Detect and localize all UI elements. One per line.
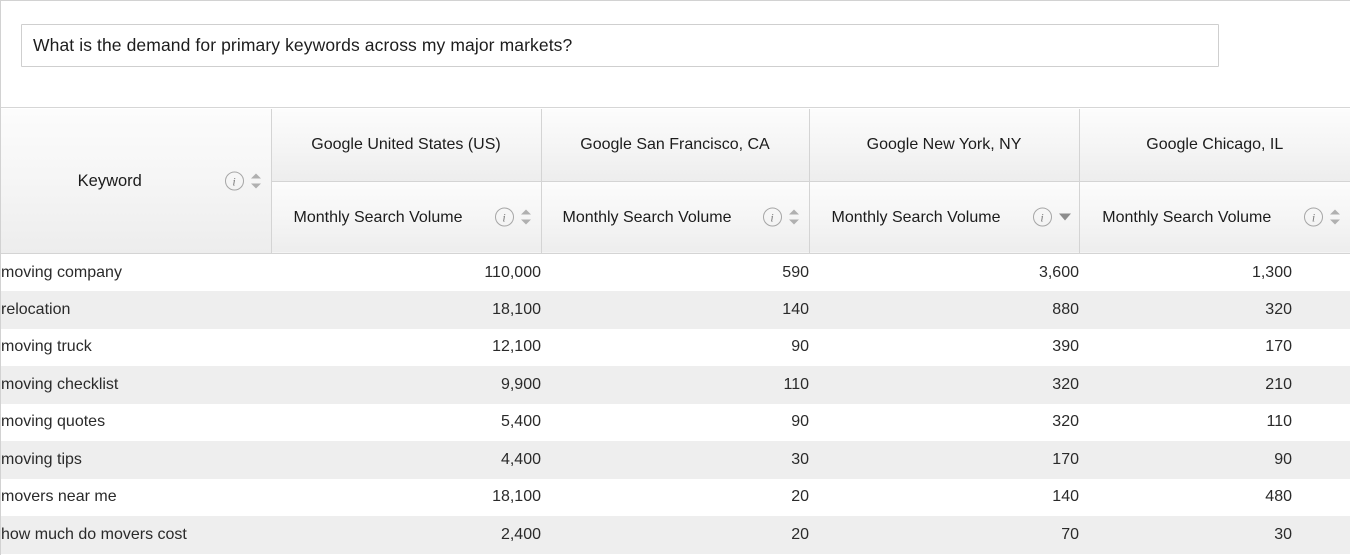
column-header-keyword[interactable]: Keyword i: [1, 109, 272, 254]
cell-san-francisco-volume: 110: [541, 366, 809, 404]
column-group-header-chicago[interactable]: Google Chicago, IL: [1079, 109, 1350, 182]
info-icon[interactable]: i: [1304, 207, 1323, 227]
cell-keyword: movers near me: [1, 478, 271, 516]
cell-keyword: moving quotes: [1, 403, 271, 441]
keyword-header-controls: i: [224, 171, 262, 191]
cell-chicago-volume: 480: [1079, 478, 1350, 516]
cell-new-york-volume: 880: [809, 291, 1079, 329]
cell-us-volume: 9,900: [271, 366, 541, 404]
metric-label-san-francisco: Monthly Search Volume: [562, 208, 732, 226]
cell-new-york-volume: 390: [809, 328, 1079, 366]
column-group-header-san-francisco[interactable]: Google San Francisco, CA: [541, 109, 810, 182]
table-row[interactable]: moving truck 12,100 90 390 170: [1, 328, 1350, 366]
keyword-data-grid[interactable]: Keyword i Google United States (US) Goog…: [1, 109, 1350, 555]
keyword-table: Keyword i Google United States (US) Goog…: [1, 109, 1350, 554]
column-header-san-francisco-volume[interactable]: Monthly Search Volume i: [541, 181, 810, 255]
table-row[interactable]: moving quotes 5,400 90 320 110: [1, 403, 1350, 441]
table-row[interactable]: moving tips 4,400 30 170 90: [1, 441, 1350, 479]
column-group-header-new-york[interactable]: Google New York, NY: [809, 109, 1080, 182]
metric-label-chicago: Monthly Search Volume: [1102, 208, 1272, 226]
chicago-header-controls: i: [1304, 207, 1341, 227]
sort-icon[interactable]: [250, 173, 262, 190]
table-row[interactable]: movers near me 18,100 20 140 480: [1, 478, 1350, 516]
table-row[interactable]: moving checklist 9,900 110 320 210: [1, 366, 1350, 404]
table-header: Keyword i Google United States (US) Goog…: [1, 109, 1350, 255]
cell-san-francisco-volume: 90: [541, 403, 809, 441]
cell-chicago-volume: 320: [1079, 291, 1350, 329]
header-row-groups: Keyword i Google United States (US) Goog…: [1, 109, 1350, 254]
app-root: What is the demand for primary keywords …: [0, 0, 1350, 555]
cell-us-volume: 4,400: [271, 441, 541, 479]
cell-chicago-volume: 110: [1079, 403, 1350, 441]
cell-san-francisco-volume: 140: [541, 291, 809, 329]
cell-san-francisco-volume: 20: [541, 516, 809, 554]
cell-san-francisco-volume: 20: [541, 478, 809, 516]
cell-keyword: moving company: [1, 253, 271, 291]
column-header-keyword-label: Keyword: [77, 171, 142, 190]
cell-chicago-volume: 210: [1079, 366, 1350, 404]
cell-chicago-volume: 30: [1079, 516, 1350, 554]
question-input[interactable]: What is the demand for primary keywords …: [21, 24, 1219, 67]
san-francisco-header-controls: i: [762, 207, 800, 227]
cell-new-york-volume: 3,600: [809, 253, 1079, 291]
cell-keyword: moving tips: [1, 441, 271, 479]
cell-new-york-volume: 320: [809, 366, 1079, 404]
question-bar: What is the demand for primary keywords …: [1, 2, 1350, 108]
cell-chicago-volume: 170: [1079, 328, 1350, 366]
column-header-us-volume[interactable]: Monthly Search Volume i: [271, 181, 542, 255]
cell-new-york-volume: 140: [809, 478, 1079, 516]
cell-new-york-volume: 70: [809, 516, 1079, 554]
new-york-header-controls: i: [1032, 207, 1071, 227]
cell-us-volume: 110,000: [271, 253, 541, 291]
sort-icon[interactable]: [520, 209, 532, 226]
cell-us-volume: 5,400: [271, 403, 541, 441]
table-row[interactable]: relocation 18,100 140 880 320: [1, 291, 1350, 329]
info-icon[interactable]: i: [762, 207, 782, 227]
cell-keyword: how much do movers cost: [1, 516, 271, 554]
info-icon[interactable]: i: [1032, 207, 1052, 227]
cell-san-francisco-volume: 90: [541, 328, 809, 366]
table-body: moving company 110,000 590 3,600 1,300 reloca…: [1, 253, 1350, 554]
info-icon[interactable]: i: [494, 207, 514, 227]
cell-us-volume: 12,100: [271, 328, 541, 366]
sort-icon[interactable]: [788, 209, 800, 226]
us-header-controls: i: [494, 207, 532, 227]
cell-new-york-volume: 320: [809, 403, 1079, 441]
cell-us-volume: 18,100: [271, 478, 541, 516]
info-icon[interactable]: i: [224, 171, 244, 191]
cell-us-volume: 2,400: [271, 516, 541, 554]
sort-icon[interactable]: [1330, 209, 1341, 226]
cell-chicago-volume: 1,300: [1079, 253, 1350, 291]
cell-new-york-volume: 170: [809, 441, 1079, 479]
sort-descending-icon[interactable]: [1058, 209, 1071, 226]
table-row[interactable]: how much do movers cost 2,400 20 70 30: [1, 516, 1350, 554]
metric-label-new-york: Monthly Search Volume: [831, 208, 1001, 226]
cell-san-francisco-volume: 590: [541, 253, 809, 291]
column-group-header-us[interactable]: Google United States (US): [271, 109, 542, 182]
cell-keyword: moving truck: [1, 328, 271, 366]
column-header-new-york-volume[interactable]: Monthly Search Volume i: [809, 181, 1080, 255]
table-row[interactable]: moving company 110,000 590 3,600 1,300: [1, 253, 1350, 291]
cell-keyword: moving checklist: [1, 366, 271, 404]
cell-keyword: relocation: [1, 291, 271, 329]
cell-san-francisco-volume: 30: [541, 441, 809, 479]
metric-label-us: Monthly Search Volume: [293, 208, 463, 226]
cell-chicago-volume: 90: [1079, 441, 1350, 479]
cell-us-volume: 18,100: [271, 291, 541, 329]
column-header-chicago-volume[interactable]: Monthly Search Volume i: [1079, 181, 1350, 255]
